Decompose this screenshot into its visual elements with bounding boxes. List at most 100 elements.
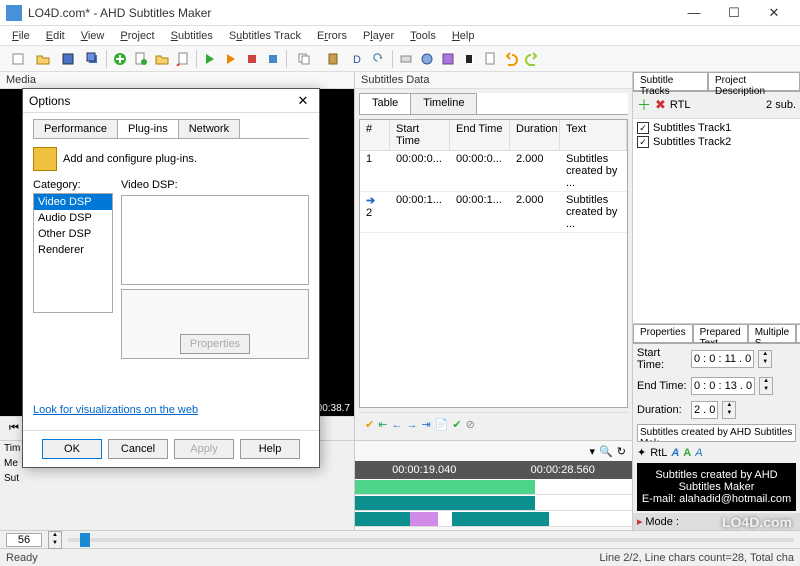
track-item[interactable]: ✓ Subtitles Track1	[637, 121, 796, 135]
timeline-clip[interactable]	[410, 512, 438, 526]
track-checkbox[interactable]: ✓	[637, 122, 649, 134]
menu-project[interactable]: Project	[112, 28, 162, 44]
sb-first-icon[interactable]: ⇤	[378, 418, 387, 431]
add-track-icon[interactable]: ＋	[637, 95, 651, 115]
tb-paste[interactable]	[319, 49, 347, 69]
sb-prev-icon[interactable]: ←	[391, 419, 402, 431]
tb-folder2[interactable]	[152, 49, 172, 69]
category-item[interactable]: Renderer	[34, 242, 112, 258]
tab-properties[interactable]: Properties	[633, 324, 693, 343]
tb-t2[interactable]	[263, 49, 283, 69]
visualizations-link[interactable]: Look for visualizations on the web	[33, 404, 309, 416]
start-time-input[interactable]: 0 : 0 : 11 . 0	[691, 350, 754, 368]
tb-doc3[interactable]	[480, 49, 500, 69]
menu-view[interactable]: View	[73, 28, 113, 44]
tb-sync[interactable]	[369, 49, 389, 69]
tb-misc1[interactable]	[396, 49, 416, 69]
menu-player[interactable]: Player	[355, 28, 402, 44]
sb-cancel-icon[interactable]: ⊘	[466, 418, 475, 431]
timeline-clip[interactable]	[355, 496, 535, 510]
tb-orange-right[interactable]	[221, 49, 241, 69]
sb-doc-icon[interactable]: 📄	[435, 418, 449, 431]
tab-table[interactable]: Table	[359, 93, 411, 114]
tab-timeline[interactable]: Timeline	[410, 93, 477, 114]
category-item[interactable]: Other DSP	[34, 226, 112, 242]
menu-file[interactable]: File	[4, 28, 38, 44]
minimize-button[interactable]: —	[674, 0, 714, 26]
timeline-ruler[interactable]: 00:00:19.040 00:00:28.560	[355, 461, 632, 479]
menu-subtitles-track[interactable]: Subtitles Track	[221, 28, 309, 44]
tb-misc3[interactable]	[438, 49, 458, 69]
rtl-toggle[interactable]: RTL	[670, 99, 691, 111]
tb-green-right[interactable]	[200, 49, 220, 69]
subtitle-text-input[interactable]: Subtitles created by AHD Subtitles Mak	[637, 424, 796, 442]
tb-save[interactable]	[54, 49, 82, 69]
help-button[interactable]: Help	[240, 439, 300, 459]
end-time-input[interactable]: 0 : 0 : 13 . 0	[691, 377, 755, 395]
table-row[interactable]: 1 00:00:0... 00:00:0... 2.000 Subtitles …	[360, 151, 627, 192]
zoom-thumb[interactable]	[80, 533, 90, 547]
tb-save-all[interactable]	[83, 49, 103, 69]
track-checkbox[interactable]: ✓	[637, 136, 649, 148]
close-button[interactable]: ✕	[754, 0, 794, 26]
insert-icon[interactable]: ✦	[637, 446, 646, 459]
rtl-format[interactable]: RtL	[650, 447, 667, 459]
track-item[interactable]: ✓ Subtitles Track2	[637, 135, 796, 149]
category-item[interactable]: Video DSP	[34, 194, 112, 210]
dlg-tab-network[interactable]: Network	[178, 119, 240, 138]
dlg-tab-performance[interactable]: Performance	[33, 119, 118, 138]
dialog-close-button[interactable]: ✕	[293, 93, 313, 109]
category-list[interactable]: Video DSP Audio DSP Other DSP Renderer	[33, 193, 113, 313]
tb-film[interactable]	[459, 49, 479, 69]
sb-next-icon[interactable]: →	[406, 419, 417, 431]
th-index[interactable]: #	[360, 120, 390, 150]
th-end[interactable]: End Time	[450, 120, 510, 150]
tl-zoom-in-icon[interactable]: 🔍	[599, 445, 613, 458]
subtitle-table[interactable]: # Start Time End Time Duration Text 1 00…	[359, 119, 628, 408]
menu-subtitles[interactable]: Subtitles	[163, 28, 221, 44]
tb-export[interactable]	[173, 49, 193, 69]
maximize-button[interactable]: ☐	[714, 0, 754, 26]
duration-spinner[interactable]: ▲▼	[722, 401, 736, 419]
th-dur[interactable]: Duration	[510, 120, 560, 150]
tab-project-desc[interactable]: Project Description	[708, 72, 800, 91]
tab-scroll[interactable]: ◂ ▸	[796, 324, 800, 343]
tb-new-project[interactable]	[4, 49, 32, 69]
tb-t1[interactable]	[242, 49, 262, 69]
media-prev[interactable]: ⏮	[4, 419, 24, 439]
tb-d-icon[interactable]: D	[348, 49, 368, 69]
timeline-clip[interactable]	[452, 512, 549, 526]
tab-multiple[interactable]: Multiple S	[748, 324, 796, 343]
dsp-list[interactable]	[121, 195, 309, 285]
th-start[interactable]: Start Time	[390, 120, 450, 150]
menu-help[interactable]: Help	[444, 28, 483, 44]
dlg-tab-plugins[interactable]: Plug-ins	[117, 119, 179, 138]
category-item[interactable]: Audio DSP	[34, 210, 112, 226]
sb-check-icon[interactable]: ✔	[365, 418, 374, 431]
apply-button[interactable]: Apply	[174, 439, 234, 459]
menu-errors[interactable]: Errors	[309, 28, 355, 44]
menu-tools[interactable]: Tools	[402, 28, 444, 44]
sb-ok-icon[interactable]: ✔	[452, 418, 461, 431]
duration-input[interactable]: 2 . 0	[691, 401, 718, 419]
tl-dropdown[interactable]: ▾	[590, 445, 596, 458]
timeline-track-2[interactable]	[355, 495, 632, 511]
dsp-properties-button[interactable]: Properties	[180, 334, 250, 354]
tb-open[interactable]	[33, 49, 53, 69]
tb-add[interactable]	[110, 49, 130, 69]
timeline-track-3[interactable]	[355, 511, 632, 527]
start-time-spinner[interactable]: ▲▼	[758, 350, 772, 368]
zoom-slider[interactable]	[68, 538, 794, 542]
tl-refresh-icon[interactable]: ↻	[617, 445, 626, 458]
delete-track-icon[interactable]: ✖	[655, 97, 666, 113]
end-time-spinner[interactable]: ▲▼	[759, 377, 773, 395]
ok-button[interactable]: OK	[42, 439, 102, 459]
zoom-spinner[interactable]: ▲▼	[48, 531, 62, 549]
font-a3-icon[interactable]: A	[695, 447, 702, 459]
tb-undo[interactable]	[501, 49, 521, 69]
cancel-button[interactable]: Cancel	[108, 439, 168, 459]
font-a-icon[interactable]: A	[671, 447, 679, 459]
tb-misc2[interactable]	[417, 49, 437, 69]
tab-subtitle-tracks[interactable]: Subtitle Tracks	[633, 72, 708, 91]
timeline-clip[interactable]	[355, 480, 535, 494]
